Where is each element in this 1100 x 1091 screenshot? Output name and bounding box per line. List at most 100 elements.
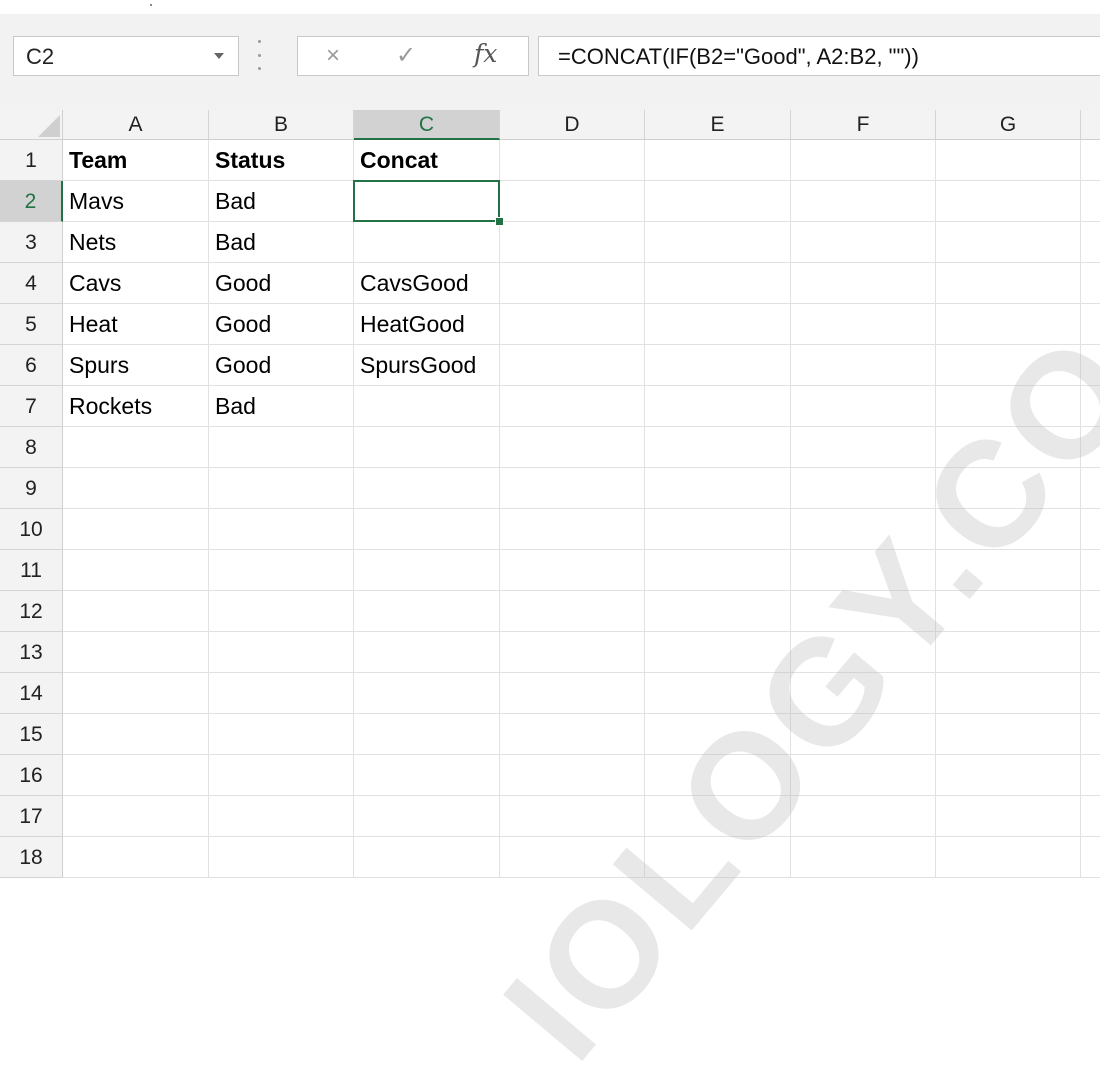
cell-b7[interactable]: Bad xyxy=(209,386,354,427)
row-header-4[interactable]: 4 xyxy=(0,263,63,304)
cell-d7[interactable] xyxy=(500,386,645,427)
cell-d13[interactable] xyxy=(500,632,645,673)
chevron-down-icon[interactable] xyxy=(214,53,224,59)
cell-f7[interactable] xyxy=(791,386,936,427)
cell-f11[interactable] xyxy=(791,550,936,591)
cell-f15[interactable] xyxy=(791,714,936,755)
cell-b13[interactable] xyxy=(209,632,354,673)
cell-c16[interactable] xyxy=(354,755,500,796)
column-header-d[interactable]: D xyxy=(500,110,645,140)
cell-d9[interactable] xyxy=(500,468,645,509)
cell-e6[interactable] xyxy=(645,345,791,386)
row-header-17[interactable]: 17 xyxy=(0,796,63,837)
cell-b5[interactable]: Good xyxy=(209,304,354,345)
cell-e12[interactable] xyxy=(645,591,791,632)
cell-f12[interactable] xyxy=(791,591,936,632)
column-header-g[interactable]: G xyxy=(936,110,1081,140)
cell-a3[interactable]: Nets xyxy=(63,222,209,263)
cell-c2[interactable] xyxy=(354,181,500,222)
cell-f13[interactable] xyxy=(791,632,936,673)
column-header-c[interactable]: C xyxy=(354,110,500,140)
cell-partial[interactable] xyxy=(1081,755,1100,796)
column-header-a[interactable]: A xyxy=(63,110,209,140)
cell-a9[interactable] xyxy=(63,468,209,509)
cell-a17[interactable] xyxy=(63,796,209,837)
cell-a1[interactable]: Team xyxy=(63,140,209,181)
cell-c14[interactable] xyxy=(354,673,500,714)
cell-g15[interactable] xyxy=(936,714,1081,755)
cell-e8[interactable] xyxy=(645,427,791,468)
cell-b8[interactable] xyxy=(209,427,354,468)
cell-a15[interactable] xyxy=(63,714,209,755)
cell-e13[interactable] xyxy=(645,632,791,673)
cell-partial[interactable] xyxy=(1081,263,1100,304)
row-header-16[interactable]: 16 xyxy=(0,755,63,796)
cell-g8[interactable] xyxy=(936,427,1081,468)
cell-partial[interactable] xyxy=(1081,509,1100,550)
cell-g6[interactable] xyxy=(936,345,1081,386)
cell-f4[interactable] xyxy=(791,263,936,304)
cell-d18[interactable] xyxy=(500,837,645,878)
cell-c10[interactable] xyxy=(354,509,500,550)
cell-b15[interactable] xyxy=(209,714,354,755)
cell-b16[interactable] xyxy=(209,755,354,796)
cell-e2[interactable] xyxy=(645,181,791,222)
cell-c7[interactable] xyxy=(354,386,500,427)
cell-e15[interactable] xyxy=(645,714,791,755)
row-header-14[interactable]: 14 xyxy=(0,673,63,714)
cell-d10[interactable] xyxy=(500,509,645,550)
cell-c18[interactable] xyxy=(354,837,500,878)
cell-b11[interactable] xyxy=(209,550,354,591)
column-header-e[interactable]: E xyxy=(645,110,791,140)
row-header-9[interactable]: 9 xyxy=(0,468,63,509)
cell-d17[interactable] xyxy=(500,796,645,837)
cell-g4[interactable] xyxy=(936,263,1081,304)
cell-partial[interactable] xyxy=(1081,796,1100,837)
cell-partial[interactable] xyxy=(1081,304,1100,345)
cell-g14[interactable] xyxy=(936,673,1081,714)
cell-c8[interactable] xyxy=(354,427,500,468)
cell-f9[interactable] xyxy=(791,468,936,509)
cell-f2[interactable] xyxy=(791,181,936,222)
cell-g7[interactable] xyxy=(936,386,1081,427)
cell-e10[interactable] xyxy=(645,509,791,550)
row-header-10[interactable]: 10 xyxy=(0,509,63,550)
row-header-3[interactable]: 3 xyxy=(0,222,63,263)
cell-a5[interactable]: Heat xyxy=(63,304,209,345)
cell-d6[interactable] xyxy=(500,345,645,386)
cell-partial[interactable] xyxy=(1081,468,1100,509)
cell-b9[interactable] xyxy=(209,468,354,509)
formula-bar-input[interactable]: =CONCAT(IF(B2="Good", A2:B2, "")) xyxy=(538,36,1100,76)
cell-d8[interactable] xyxy=(500,427,645,468)
cell-a2[interactable]: Mavs xyxy=(63,181,209,222)
cell-g3[interactable] xyxy=(936,222,1081,263)
cell-c15[interactable] xyxy=(354,714,500,755)
cell-d5[interactable] xyxy=(500,304,645,345)
cell-f16[interactable] xyxy=(791,755,936,796)
enter-icon[interactable]: ✓ xyxy=(396,41,416,70)
cancel-icon[interactable]: × xyxy=(326,42,340,70)
cell-f18[interactable] xyxy=(791,837,936,878)
cell-d16[interactable] xyxy=(500,755,645,796)
cell-b6[interactable]: Good xyxy=(209,345,354,386)
cell-d15[interactable] xyxy=(500,714,645,755)
cell-g16[interactable] xyxy=(936,755,1081,796)
cell-g9[interactable] xyxy=(936,468,1081,509)
fill-handle[interactable] xyxy=(495,217,504,226)
cell-d11[interactable] xyxy=(500,550,645,591)
cell-c17[interactable] xyxy=(354,796,500,837)
cell-c5[interactable]: HeatGood xyxy=(354,304,500,345)
row-header-12[interactable]: 12 xyxy=(0,591,63,632)
cell-e18[interactable] xyxy=(645,837,791,878)
cell-partial[interactable] xyxy=(1081,140,1100,181)
cell-f14[interactable] xyxy=(791,673,936,714)
cell-f3[interactable] xyxy=(791,222,936,263)
cell-b14[interactable] xyxy=(209,673,354,714)
cell-c13[interactable] xyxy=(354,632,500,673)
cell-c12[interactable] xyxy=(354,591,500,632)
cell-partial[interactable] xyxy=(1081,714,1100,755)
cell-f1[interactable] xyxy=(791,140,936,181)
row-header-11[interactable]: 11 xyxy=(0,550,63,591)
cell-g2[interactable] xyxy=(936,181,1081,222)
cell-g12[interactable] xyxy=(936,591,1081,632)
